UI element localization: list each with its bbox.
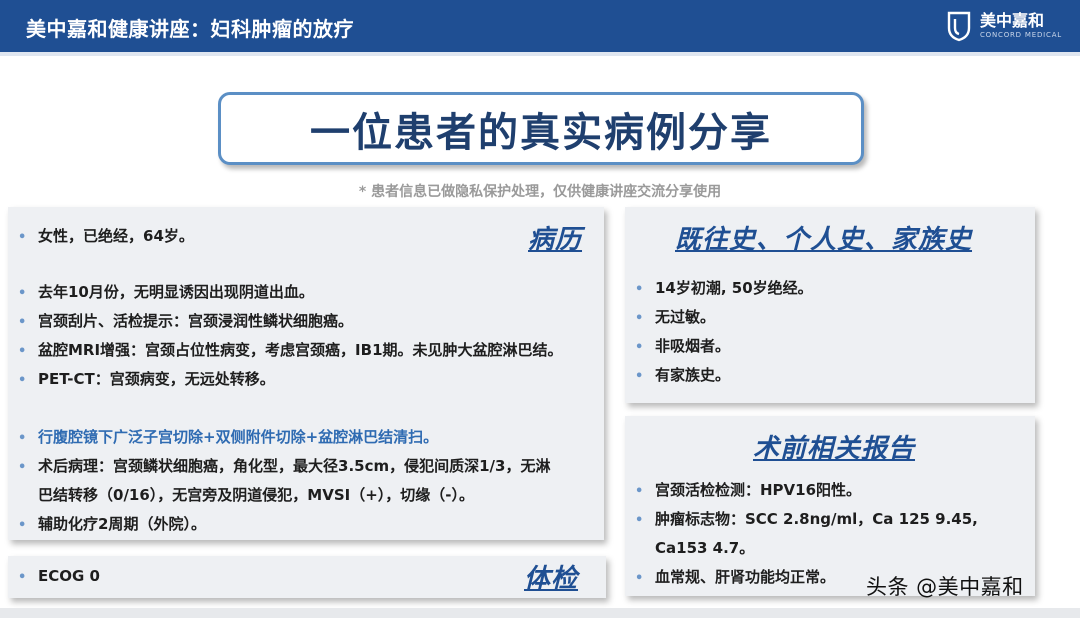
history-card: 病历 • 女性，已绝经，64岁。 • 去年10月份，无明显诱因出现阴道出血。 • 宫颈… (8, 207, 604, 540)
header-title: 美中嘉和健康讲座：妇科肿瘤的放疗 (26, 17, 354, 41)
watermark: 头条 @美中嘉和 (866, 575, 1024, 599)
past-line-3: • 非吸烟者。 (635, 335, 730, 356)
exam-text-1: ECOG 0 (38, 567, 100, 585)
header-bar: 美中嘉和健康讲座：妇科肿瘤的放疗 美中嘉和 CONCORD MEDICAL (0, 0, 1080, 52)
bullet-icon: • (635, 484, 644, 499)
history-line-4: • 盆腔MRI增强：宫颈占位性病变，考虑宫颈癌，IB1期。未见肿大盆腔淋巴结。 (18, 339, 563, 360)
past-history-card: 既往史、个人史、家族史 • 14岁初潮, 50岁绝经。 • 无过敏。 • 非吸烟者。 … (625, 207, 1035, 403)
past-line-1: • 14岁初潮, 50岁绝经。 (635, 277, 813, 298)
preop-text-3: 血常规、肝肾功能均正常。 (655, 568, 836, 586)
past-text-4: 有家族史。 (655, 366, 731, 384)
history-text-6: 行腹腔镜下广泛子宫切除+双侧附件切除+盆腔淋巴结清扫。 (38, 428, 439, 446)
preop-text-1: 宫颈活检检测：HPV16阳性。 (655, 481, 862, 499)
past-text-3: 非吸烟者。 (655, 337, 731, 355)
preop-line-1: • 宫颈活检检测：HPV16阳性。 (635, 479, 861, 500)
history-line-6: • 行腹腔镜下广泛子宫切除+双侧附件切除+盆腔淋巴结清扫。 (18, 426, 438, 447)
history-text-3: 宫颈刮片、活检提示：宫颈浸润性鳞状细胞癌。 (38, 312, 354, 330)
main-title: 一位患者的真实病例分享 (310, 109, 772, 156)
bullet-icon: • (635, 340, 644, 355)
history-line-8: • 辅助化疗2周期（外院）。 (18, 513, 206, 534)
history-text-2: 去年10月份，无明显诱因出现阴道出血。 (38, 283, 314, 301)
history-text-4: 盆腔MRI增强：宫颈占位性病变，考虑宫颈癌，IB1期。未见肿大盆腔淋巴结。 (38, 341, 563, 359)
bullet-icon: • (18, 518, 27, 533)
past-line-2: • 无过敏。 (635, 306, 715, 327)
logo-name-en: CONCORD MEDICAL (979, 31, 1062, 39)
preop-reports-card: 术前相关报告 • 宫颈活检检测：HPV16阳性。 • 肿瘤标志物：SCC 2.8ng… (625, 416, 1035, 596)
header-divider (0, 52, 1080, 56)
history-text-1: 女性，已绝经，64岁。 (38, 227, 194, 245)
bullet-icon: • (18, 286, 27, 301)
shield-logo-icon (947, 11, 971, 42)
exam-card: 体检 • ECOG 0 (8, 556, 606, 598)
bullet-icon: • (18, 570, 27, 585)
preop-reports-title: 术前相关报告 (753, 434, 916, 464)
history-line-7: • 术后病理：宫颈鳞状细胞癌，角化型，最大径3.5cm，侵犯间质深1/3，无淋 (18, 455, 550, 476)
bullet-icon: • (18, 373, 27, 388)
bullet-icon: • (635, 369, 644, 384)
bullet-icon: • (18, 344, 27, 359)
logo-name: 美中嘉和 (979, 11, 1044, 30)
bullet-icon: • (635, 311, 644, 326)
history-line-2: • 去年10月份，无明显诱因出现阴道出血。 (18, 281, 314, 302)
bullet-icon: • (635, 513, 644, 528)
past-history-title: 既往史、个人史、家族史 (675, 225, 973, 255)
preop-text-2a: 肿瘤标志物：SCC 2.8ng/ml，Ca 125 9.45, (655, 510, 978, 528)
privacy-notice: * 患者信息已做隐私保护处理，仅供健康讲座交流分享使用 (358, 184, 722, 200)
history-text-7b: 巴结转移（0/16），无宫旁及阴道侵犯，MVSI（+），切缘（-）。 (38, 486, 475, 504)
history-line-3: • 宫颈刮片、活检提示：宫颈浸润性鳞状细胞癌。 (18, 310, 353, 331)
bullet-icon: • (635, 571, 644, 586)
history-line-5: • PET-CT：宫颈病变，无远处转移。 (18, 368, 275, 389)
history-text-8: 辅助化疗2周期（外院）。 (38, 515, 206, 533)
exam-line-1: • ECOG 0 (18, 567, 100, 585)
history-line-1: • 女性，已绝经，64岁。 (18, 225, 194, 246)
exam-title: 体检 (524, 564, 579, 594)
main-title-box: 一位患者的真实病例分享 (218, 92, 864, 165)
preop-text-2b: Ca153 4.7。 (655, 539, 755, 557)
preop-line-3: • 血常规、肝肾功能均正常。 (635, 566, 835, 587)
history-title: 病历 (528, 225, 583, 255)
preop-line-2: • 肿瘤标志物：SCC 2.8ng/ml，Ca 125 9.45, (635, 508, 978, 529)
past-text-2: 无过敏。 (655, 308, 716, 326)
history-text-7a: 术后病理：宫颈鳞状细胞癌，角化型，最大径3.5cm，侵犯间质深1/3，无淋 (38, 457, 551, 475)
bullet-icon: • (18, 230, 27, 245)
past-text-1: 14岁初潮, 50岁绝经。 (655, 279, 813, 297)
logo: 美中嘉和 CONCORD MEDICAL (946, 7, 1062, 45)
bullet-icon: • (18, 431, 27, 446)
past-line-4: • 有家族史。 (635, 364, 730, 385)
bullet-icon: • (18, 460, 27, 475)
bullet-icon: • (18, 315, 27, 330)
history-text-5: PET-CT：宫颈病变，无远处转移。 (38, 370, 275, 388)
bottom-strip (0, 608, 1080, 618)
bullet-icon: • (635, 282, 644, 297)
